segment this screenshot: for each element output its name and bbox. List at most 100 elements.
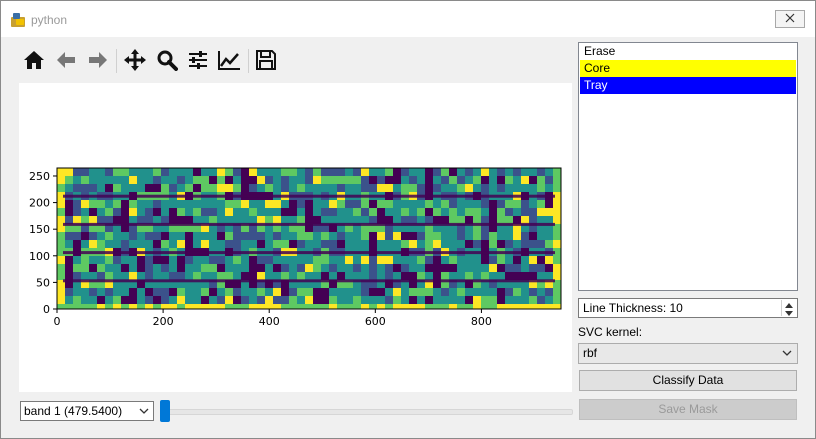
- image-pixel-block: [329, 232, 337, 240]
- image-pixel-block: [257, 200, 265, 208]
- image-pixel-block: [137, 184, 145, 192]
- image-plot[interactable]: 0 200 400 600 800 0 50 100 150 200 250: [19, 83, 572, 392]
- zoom-button[interactable]: [152, 45, 182, 77]
- edit-axis-button[interactable]: [214, 45, 244, 77]
- image-pixel-block: [137, 232, 145, 240]
- image-pixel-block: [185, 240, 193, 248]
- image-pixel-block: [489, 184, 497, 192]
- image-pixel-block: [273, 272, 281, 280]
- image-pixel-block: [217, 176, 225, 184]
- image-pixel-block: [353, 240, 361, 248]
- image-pixel-block: [497, 200, 505, 208]
- image-pixel-block: [169, 200, 177, 208]
- image-pixel-block: [57, 176, 65, 184]
- image-pixel-block: [457, 272, 465, 280]
- image-pixel-block: [473, 232, 481, 240]
- image-pixel-block: [425, 288, 433, 296]
- back-button[interactable]: [51, 45, 81, 77]
- line-thickness-spinbox[interactable]: Line Thickness: 10: [578, 298, 798, 318]
- image-pixel-block: [249, 256, 257, 264]
- image-pixel-block: [73, 176, 81, 184]
- image-pixel-block: [233, 288, 241, 296]
- image-pixel-block: [233, 176, 241, 184]
- spin-down-button[interactable]: [782, 308, 796, 316]
- image-pixel-block: [169, 168, 177, 176]
- image-pixel-block: [193, 176, 201, 184]
- image-pixel-block: [217, 216, 225, 224]
- image-pixel-block: [233, 200, 241, 208]
- image-pixel-block: [321, 168, 329, 176]
- slider-handle[interactable]: [160, 400, 170, 422]
- image-pixel-block: [145, 296, 153, 304]
- image-pixel-block: [337, 232, 345, 240]
- image-pixel-block: [329, 208, 337, 216]
- forward-button[interactable]: [83, 45, 113, 77]
- image-pixel-block: [265, 232, 273, 240]
- save-figure-button[interactable]: [251, 45, 281, 77]
- slider-track[interactable]: [164, 409, 573, 415]
- image-pixel-block: [161, 200, 169, 208]
- pan-button[interactable]: [120, 45, 150, 77]
- image-pixel-block: [145, 184, 153, 192]
- image-pixel-block: [265, 168, 273, 176]
- close-button[interactable]: [775, 10, 805, 28]
- image-pixel-block: [537, 216, 545, 224]
- image-pixel-block: [553, 304, 561, 309]
- image-pixel-block: [265, 256, 273, 264]
- image-pixel-block: [137, 272, 145, 280]
- band-select[interactable]: band 1 (479.5400): [20, 401, 154, 421]
- image-pixel-block: [185, 176, 193, 184]
- image-pixel-block: [105, 240, 113, 248]
- image-pixel-block: [265, 216, 273, 224]
- image-pixel-block: [521, 256, 529, 264]
- class-list[interactable]: Erase Core Tray: [578, 42, 798, 291]
- image-pixel-block: [441, 296, 449, 304]
- image-pixel-block: [505, 288, 513, 296]
- image-pixel-block: [481, 200, 489, 208]
- image-pixel-block: [249, 288, 257, 296]
- image-pixel-block: [129, 168, 137, 176]
- image-pixel-block: [481, 168, 489, 176]
- classify-data-button[interactable]: Classify Data: [579, 370, 797, 391]
- image-pixel-block: [345, 240, 353, 248]
- image-pixel-block: [345, 200, 353, 208]
- band-slider[interactable]: [160, 400, 573, 422]
- image-pixel-block: [201, 272, 209, 280]
- image-pixel-block: [313, 176, 321, 184]
- hyperspectral-image[interactable]: [57, 168, 561, 309]
- image-pixel-block: [457, 184, 465, 192]
- configure-subplots-button[interactable]: [183, 45, 213, 77]
- image-pixel-block: [225, 288, 233, 296]
- image-pixel-block: [353, 184, 361, 192]
- class-list-item[interactable]: Erase: [580, 43, 796, 60]
- image-pixel-block: [209, 176, 217, 184]
- image-pixel-block: [497, 176, 505, 184]
- image-pixel-block: [433, 240, 441, 248]
- image-pixel-block: [113, 240, 121, 248]
- save-mask-button[interactable]: Save Mask: [579, 399, 797, 420]
- image-pixel-block: [257, 240, 265, 248]
- image-pixel-block: [553, 216, 561, 224]
- home-button[interactable]: [19, 45, 49, 77]
- image-pixel-block: [65, 264, 73, 272]
- image-pixel-block: [305, 200, 313, 208]
- class-list-item[interactable]: Tray: [580, 77, 796, 94]
- image-pixel-block: [121, 200, 129, 208]
- image-pixel-block: [217, 232, 225, 240]
- image-pixel-block: [273, 264, 281, 272]
- svc-kernel-select[interactable]: rbf: [578, 343, 798, 364]
- image-pixel-block: [153, 176, 161, 184]
- class-list-item[interactable]: Core: [580, 60, 796, 77]
- image-pixel-block: [89, 272, 97, 280]
- image-pixel-block: [425, 216, 433, 224]
- image-pixel-block: [137, 168, 145, 176]
- x-axis: 0 200 400 600 800: [54, 309, 492, 328]
- image-pixel-block: [481, 176, 489, 184]
- image-pixel-block: [193, 288, 201, 296]
- image-pixel-block: [457, 168, 465, 176]
- image-pixel-block: [129, 296, 137, 304]
- image-pixel-block: [369, 200, 377, 208]
- image-pixel-block: [145, 232, 153, 240]
- plot-canvas[interactable]: 0 200 400 600 800 0 50 100 150 200 250: [19, 83, 572, 392]
- image-pixel-block: [513, 240, 521, 248]
